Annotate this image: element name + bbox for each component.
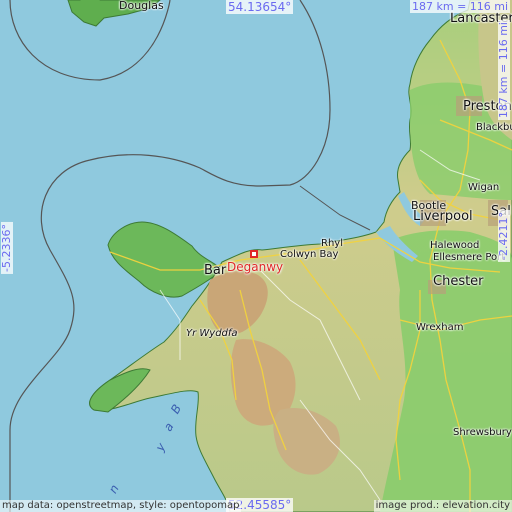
place-bangor: Bar	[204, 263, 227, 278]
longitude-left-label: -5.2336°	[0, 222, 13, 274]
place-yr-wyddfa: Yr Wyddfa	[186, 328, 238, 339]
latitude-top-label: 54.13654°	[226, 0, 294, 14]
place-shrewsbury: Shrewsbury	[453, 427, 512, 438]
place-chester: Chester	[433, 274, 484, 289]
highlighted-place-label: Deganwy	[227, 260, 284, 274]
place-wrexham: Wrexham	[416, 322, 464, 333]
longitude-right-label: -2.4211°	[497, 210, 510, 262]
place-halewood: Halewood	[430, 240, 480, 251]
attribution-map-data: map data: openstreetmap, style: opentopo…	[0, 500, 242, 512]
place-ellesmere-port: Ellesmere Port	[433, 252, 506, 263]
place-blackburn: Blackburn	[476, 122, 512, 133]
place-wigan: Wigan	[468, 182, 500, 193]
place-colwyn-bay: Colwyn Bay	[280, 249, 339, 260]
scale-horizontal: 187 km = 116 mi	[410, 0, 511, 13]
place-douglas: Douglas	[119, 0, 164, 12]
attribution-image-producer: image prod.: elevation.city	[373, 500, 512, 512]
scale-vertical: 187 km = 116 mi	[497, 20, 510, 121]
location-marker[interactable]	[250, 250, 258, 258]
place-liverpool: Liverpool	[413, 209, 473, 224]
map-view[interactable]: Douglas Lancaster Preston Blackburn Wiga…	[0, 0, 512, 512]
